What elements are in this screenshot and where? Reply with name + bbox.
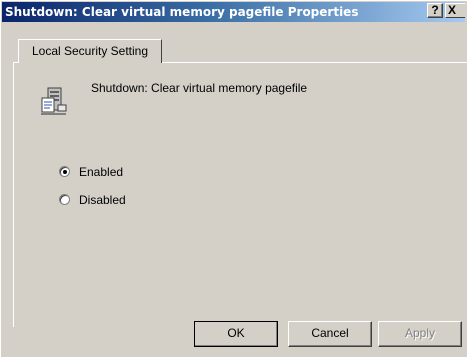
close-button[interactable]: X bbox=[445, 3, 465, 18]
tab-local-security-setting[interactable]: Local Security Setting bbox=[18, 39, 162, 63]
help-button[interactable]: ? bbox=[427, 3, 443, 18]
window-title: Shutdown: Clear virtual memory pagefile … bbox=[5, 5, 359, 19]
tab-page bbox=[13, 62, 467, 327]
properties-dialog: Shutdown: Clear virtual memory pagefile … bbox=[0, 0, 467, 357]
title-bar[interactable]: Shutdown: Clear virtual memory pagefile … bbox=[2, 2, 465, 22]
